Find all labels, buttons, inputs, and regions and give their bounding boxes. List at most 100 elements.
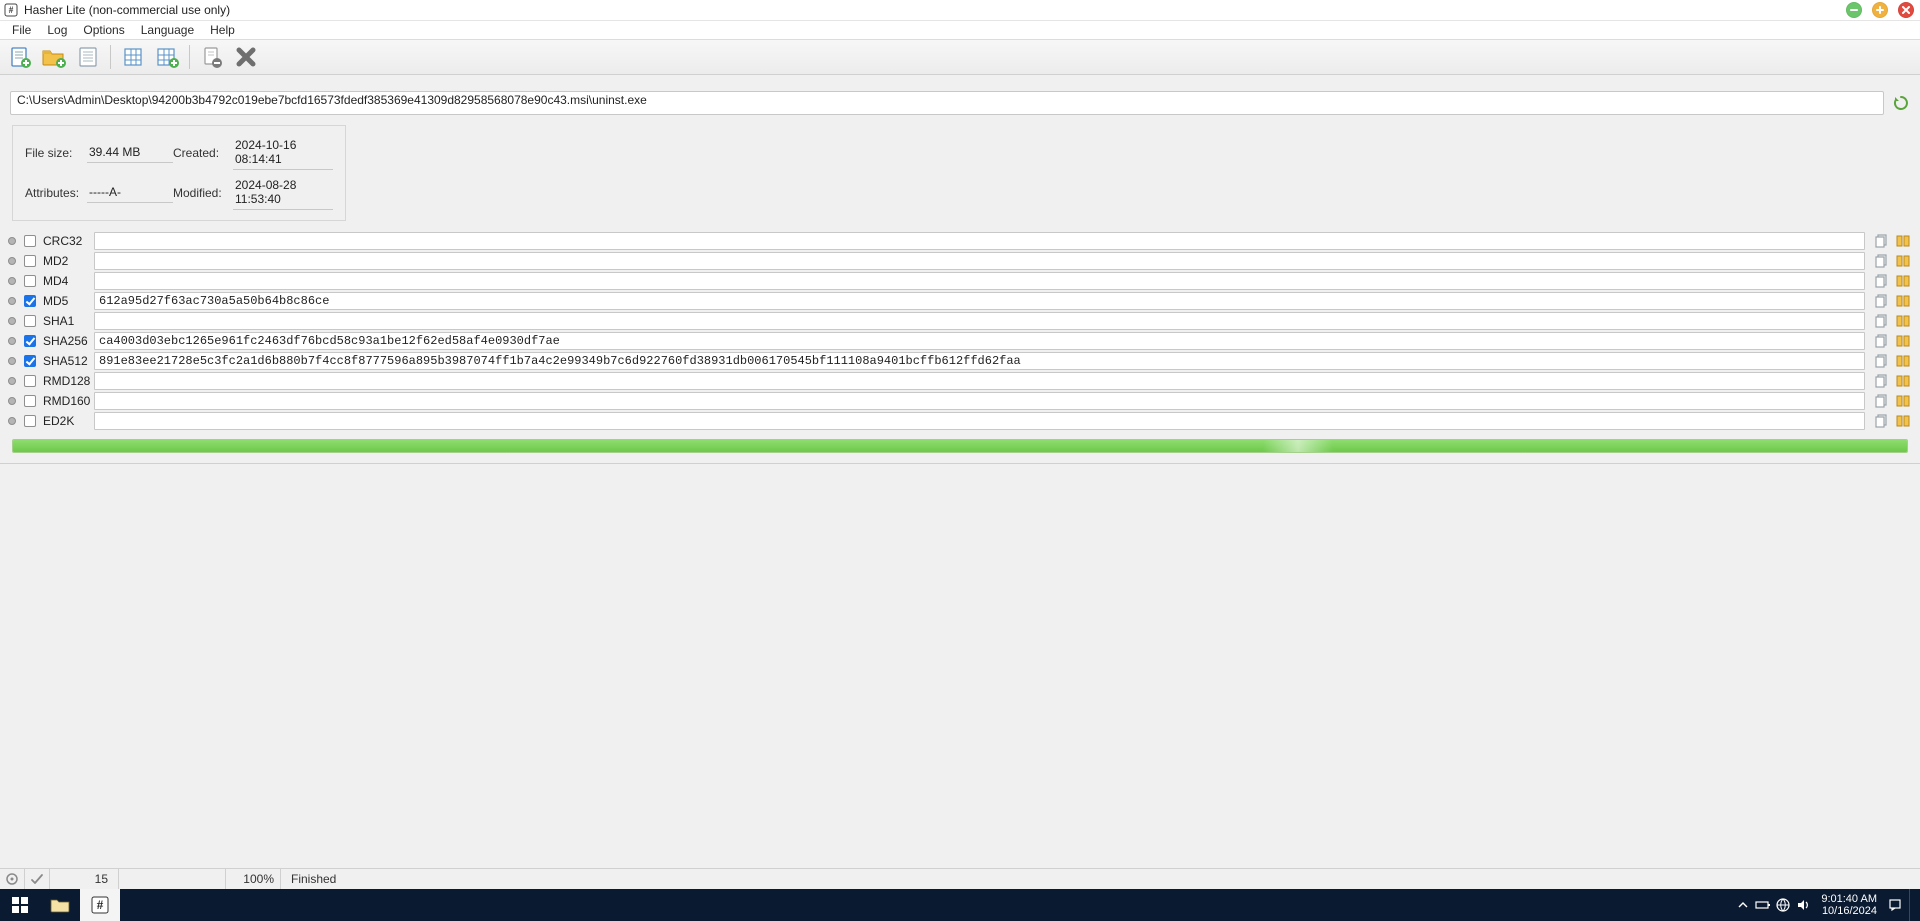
copy-button[interactable] — [1873, 272, 1891, 290]
close-button[interactable] — [1898, 2, 1914, 18]
compare-button[interactable] — [1894, 352, 1912, 370]
status-dot — [8, 297, 16, 305]
copy-button[interactable] — [1873, 232, 1891, 250]
compare-button[interactable] — [1894, 292, 1912, 310]
tray-battery-icon[interactable] — [1753, 889, 1773, 921]
compare-button[interactable] — [1894, 392, 1912, 410]
status-dot — [8, 357, 16, 365]
add-file-button[interactable] — [4, 43, 36, 71]
minimize-button[interactable] — [1846, 2, 1862, 18]
hash-row-sha512: SHA512891e83ee21728e5c3fc2a1d6b880b7f4cc… — [8, 351, 1912, 371]
taskbar-clock[interactable]: 9:01:40 AM 10/16/2024 — [1813, 893, 1885, 917]
hash-label: SHA256 — [43, 334, 88, 348]
menu-language[interactable]: Language — [133, 22, 202, 38]
hash-row-sha256: SHA256 ca4003d03ebc1265e961fc2463df76bcd5… — [8, 331, 1912, 351]
hash-value-ed2k[interactable] — [94, 412, 1865, 430]
hash-row-rmd160: RMD160 — [8, 391, 1912, 411]
copy-button[interactable] — [1873, 252, 1891, 270]
refresh-button[interactable] — [1892, 94, 1910, 112]
tray-chevron-up-icon[interactable] — [1733, 889, 1753, 921]
compare-button[interactable] — [1894, 412, 1912, 430]
taskbar-explorer-button[interactable] — [40, 889, 80, 921]
log-button[interactable] — [72, 43, 104, 71]
tray-volume-icon[interactable] — [1793, 889, 1813, 921]
app-window: # Hasher Lite (non-commercial use only) … — [0, 0, 1920, 921]
clear-button[interactable] — [230, 43, 262, 71]
status-dot — [8, 337, 16, 345]
status-dot — [8, 237, 16, 245]
gear-icon[interactable] — [4, 871, 20, 887]
clock-date: 10/16/2024 — [1822, 905, 1877, 917]
hash-label: SHA1 — [43, 314, 74, 328]
hash-row-ed2k: ED2K — [8, 411, 1912, 431]
hash-value-sha512[interactable]: 891e83ee21728e5c3fc2a1d6b880b7f4cc8f8777… — [94, 352, 1865, 370]
compare-button[interactable] — [1894, 332, 1912, 350]
start-button[interactable] — [0, 889, 40, 921]
hash-label: MD5 — [43, 294, 68, 308]
add-folder-button[interactable] — [38, 43, 70, 71]
remove-file-button[interactable] — [196, 43, 228, 71]
file-path-input[interactable]: C:\Users\Admin\Desktop\94200b3b4792c019e… — [10, 91, 1884, 115]
copy-button[interactable] — [1873, 392, 1891, 410]
status-dot — [8, 417, 16, 425]
compare-button[interactable] — [1894, 252, 1912, 270]
hash-value-crc32[interactable] — [94, 232, 1865, 250]
menu-file[interactable]: File — [4, 22, 39, 38]
file-size-value: 39.44 MB — [87, 143, 173, 163]
hash-row-crc32: CRC32 — [8, 231, 1912, 251]
taskbar: # 9:01:40 AM 10/16/2024 — [0, 889, 1920, 921]
tray-network-icon[interactable] — [1773, 889, 1793, 921]
hash-value-md4[interactable] — [94, 272, 1865, 290]
compare-button[interactable] — [1894, 232, 1912, 250]
taskbar-hasher-button[interactable]: # — [80, 889, 120, 921]
title-bar: # Hasher Lite (non-commercial use only) — [0, 0, 1920, 21]
hash-checkbox-sha256[interactable] — [24, 335, 36, 347]
attributes-label: Attributes: — [25, 186, 87, 200]
hash-checkbox-md5[interactable] — [24, 295, 36, 307]
hash-value-rmd160[interactable] — [94, 392, 1865, 410]
menu-options[interactable]: Options — [75, 22, 132, 38]
hash-value-md5[interactable]: 612a95d27f63ac730a5a50b64b8c86ce — [94, 292, 1865, 310]
compare-button[interactable] — [1894, 372, 1912, 390]
hash-value-rmd128[interactable] — [94, 372, 1865, 390]
maximize-button[interactable] — [1872, 2, 1888, 18]
grid-button[interactable] — [117, 43, 149, 71]
hash-checkbox-rmd128[interactable] — [24, 375, 36, 387]
copy-button[interactable] — [1873, 412, 1891, 430]
created-value: 2024-10-16 08:14:41 — [233, 136, 333, 170]
hash-row-md2: MD2 — [8, 251, 1912, 271]
compare-button[interactable] — [1894, 312, 1912, 330]
copy-button[interactable] — [1873, 352, 1891, 370]
tray-notifications-icon[interactable] — [1885, 889, 1905, 921]
menu-help[interactable]: Help — [202, 22, 243, 38]
compare-button[interactable] — [1894, 272, 1912, 290]
file-info-panel: File size: 39.44 MB Created: 2024-10-16 … — [12, 125, 346, 221]
hash-value-sha1[interactable] — [94, 312, 1865, 330]
svg-text:#: # — [9, 5, 14, 15]
status-dot — [8, 277, 16, 285]
hash-checkbox-crc32[interactable] — [24, 235, 36, 247]
hash-row-sha1: SHA1 — [8, 311, 1912, 331]
hash-checkbox-rmd160[interactable] — [24, 395, 36, 407]
copy-button[interactable] — [1873, 332, 1891, 350]
hash-checkbox-sha512[interactable] — [24, 355, 36, 367]
grid-add-button[interactable] — [151, 43, 183, 71]
attributes-value: -----A- — [87, 183, 173, 203]
toolbar-separator — [110, 45, 111, 69]
copy-button[interactable] — [1873, 312, 1891, 330]
hash-checkbox-ed2k[interactable] — [24, 415, 36, 427]
copy-button[interactable] — [1873, 372, 1891, 390]
menu-bar: File Log Options Language Help — [0, 21, 1920, 40]
hash-checkbox-sha1[interactable] — [24, 315, 36, 327]
copy-button[interactable] — [1873, 292, 1891, 310]
hash-value-sha256[interactable]: ca4003d03ebc1265e961fc2463df76bcd58c93a1… — [94, 332, 1865, 350]
hash-checkbox-md4[interactable] — [24, 275, 36, 287]
check-icon[interactable] — [29, 871, 45, 887]
hash-value-md2[interactable] — [94, 252, 1865, 270]
show-desktop-button[interactable] — [1909, 889, 1916, 921]
menu-log[interactable]: Log — [39, 22, 75, 38]
hash-checkbox-md2[interactable] — [24, 255, 36, 267]
status-count: 15 — [50, 869, 119, 889]
status-percent: 100% — [226, 869, 281, 889]
status-dot — [8, 257, 16, 265]
